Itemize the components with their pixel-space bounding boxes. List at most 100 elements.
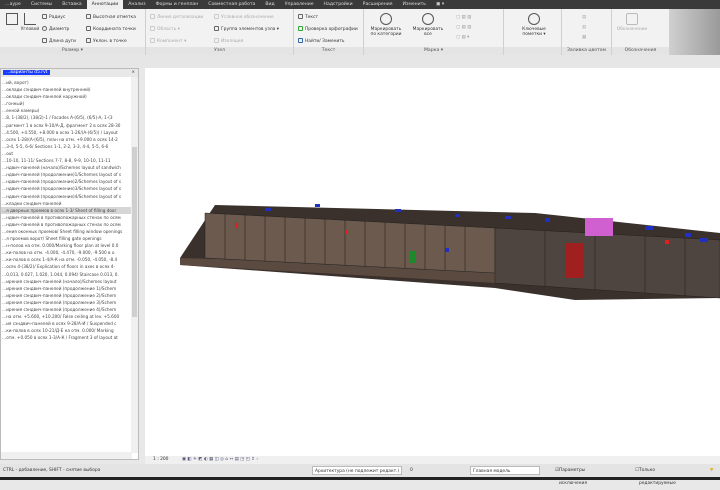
ribbon-tabs: …ауре Системы Вставка Аннотации Анализ Формы …	[0, 0, 720, 9]
panel-label: Узел	[146, 47, 293, 55]
red-element	[565, 243, 583, 278]
exclude-options-checkbox[interactable]: ☑ Параметры исключения	[555, 464, 587, 486]
tree-item[interactable]: …ирения сэндвич-панелей (продолжение 3)/…	[1, 299, 132, 306]
view-control-icons[interactable]: ▣ ◧ ☀ ◩ ◐ ▦ ◫ ◎ ⌂ ↔ ▤ ◳ ◰ ⇕ ›	[182, 457, 258, 462]
radius-button[interactable]: Радиус	[42, 14, 65, 20]
tree-item[interactable]: …гонный)	[1, 100, 132, 107]
tree-item[interactable]: …3-4, 5-5, 6-6/ Sections 1-1, 2-2, 3-3, …	[1, 143, 132, 150]
tab[interactable]: Формы и генплан	[151, 0, 204, 9]
keynote-button[interactable]: Ключевые пометки ▾	[514, 13, 554, 37]
panel-text: Текст Проверка орфографии Найти/ Заменит…	[294, 9, 364, 55]
tree-item[interactable]: …н-полов на отм. 0.000/Marking floor pla…	[1, 242, 132, 249]
editable-only-checkbox[interactable]: ☐ Только редактируемые	[635, 464, 676, 486]
status-bar: CTRL - добавление, SHIFT - снятие выбора…	[0, 464, 720, 486]
vertical-scrollbar[interactable]	[131, 77, 138, 453]
view-scale[interactable]: 1 : 200	[153, 457, 168, 462]
tree-item[interactable]: …енной камеры)	[1, 107, 132, 114]
diameter-button[interactable]: Диаметр	[42, 26, 69, 32]
angle-icon	[24, 13, 36, 25]
tree-item[interactable]: …ки-полов в осях 1-4/А-К на отм. -0.050,…	[1, 256, 132, 263]
tab[interactable]: Аннотации	[86, 0, 124, 9]
tree-item[interactable]: …ия сэндвич-панелей в осях 9-28/А-И / Su…	[1, 320, 132, 327]
panel-label	[504, 47, 561, 55]
tab[interactable]: Вид	[260, 0, 279, 9]
tree-item[interactable]: …ндвич-панелей в противопожарных стенах …	[1, 221, 132, 228]
tab[interactable]: Изменить	[397, 0, 431, 9]
tree-item[interactable]: …ирения сэндвич-панелей (начало)/Schemes…	[1, 278, 132, 285]
tree-item[interactable]: …осях 4-(38/2)/ Explication of floors in…	[1, 263, 132, 270]
panel-label: Текст	[294, 47, 363, 55]
keynote-icon	[528, 13, 540, 25]
tree-item[interactable]: …10-10, 11-11/ Sections 7-7, 8-8, 9-9, 1…	[1, 157, 132, 164]
tree-item[interactable]: …я дверных проемов в осях 1-3/ Sheet of …	[1, 206, 132, 214]
panel-label[interactable]: Марка ▾	[364, 47, 503, 55]
tab[interactable]: Управление	[280, 0, 319, 9]
tree-item[interactable]: …ий, ворот)	[1, 79, 132, 86]
tag-all-button[interactable]: Маркировать все	[410, 13, 446, 37]
detail-line-button[interactable]: Линия детализации	[150, 14, 203, 20]
arc-length-button[interactable]: Длина дуги	[42, 38, 76, 44]
tree-item[interactable]: …на отм. +5.600, +10.200/ False ceiling …	[1, 313, 132, 320]
region-button[interactable]: Область ▾	[150, 26, 180, 32]
green-element	[410, 251, 416, 263]
component-button[interactable]: Компонент ▾	[150, 38, 186, 44]
spot-elevation-button[interactable]: Высотная отметка	[86, 14, 136, 20]
tree-item[interactable]: …ения оконных проемов/ Sheet filling win…	[1, 228, 132, 235]
panel-label[interactable]: Размер ▾	[0, 47, 145, 55]
options-bar	[0, 55, 720, 68]
3d-view-canvas[interactable]	[145, 68, 720, 460]
tree-item[interactable]: …ки-полов на отм. -4.000, -4.470, -9.000…	[1, 249, 132, 256]
scrollbar-thumb[interactable]	[132, 147, 137, 317]
tab[interactable]: ▣ ▾	[431, 0, 449, 9]
tree-item[interactable]: …ндвич-панелей (продолжение)2/Schemes la…	[1, 178, 132, 185]
tab[interactable]: Надстройки	[319, 0, 358, 9]
spot-slope-button[interactable]: Уклон. в точке	[86, 38, 127, 44]
spelling-button[interactable]: Проверка орфографии	[298, 26, 358, 32]
tree-item[interactable]: …осях 1-28/(А-(6/5), план на отм. +9.000…	[1, 136, 132, 143]
tree-item[interactable]: …ндвич-панелей (продолжение)3/Schemes la…	[1, 185, 132, 192]
tag-tool-icons[interactable]: ▢ ▤ ▥ ▢ ▤ ▥ ▢ ▤ ▾	[456, 15, 471, 40]
tree-item[interactable]: …рагмент 1 в осях 9-10/А-Д, фрагмент 2 в…	[1, 122, 132, 129]
tab[interactable]: Анализ	[123, 0, 150, 9]
tree-item[interactable]: …ирения сэндвич-панелей (продолжение 1)/…	[1, 285, 132, 292]
revision-cloud-button[interactable]: Условное обозначение	[214, 14, 274, 20]
tree-item[interactable]: …ирения сэндвич-панелей (продолжение 2)/…	[1, 292, 132, 299]
tree-item[interactable]: …я проемов ворот/ Sheet filling gate ope…	[1, 235, 132, 242]
ribbon: … Угловой Радиус Диаметр Длина дуги Высо…	[0, 9, 720, 55]
tree-item[interactable]: …0.013, 0.027, 1.020, 1.044, 0.094/ Stai…	[1, 271, 132, 278]
tab[interactable]: …ауре	[0, 0, 26, 9]
color-fill-icons[interactable]: ▤ ▥ ▦	[582, 15, 586, 40]
insulation-button[interactable]: Изоляция	[214, 38, 243, 44]
tree-item[interactable]: …8, 1-(38/2), (38/2)-1 / Facades A-(6/5)…	[1, 114, 132, 121]
tree-item[interactable]: …ндвич-панелей (продолжение)4/Schemes la…	[1, 193, 132, 200]
workset-dropdown[interactable]: Архитектура (не подлежит редакт.)	[312, 466, 402, 475]
design-option-dropdown[interactable]: Главная модель	[470, 466, 540, 475]
tree-item[interactable]: …ндвич-панелей (продолжение)1/Schemes la…	[1, 171, 132, 178]
panel-keynote: Ключевые пометки ▾	[504, 9, 562, 55]
building-model	[180, 204, 720, 300]
tree-item[interactable]: …ндвич-панелей в противопожарных стенах …	[1, 214, 132, 221]
tree-item[interactable]: …out	[1, 150, 132, 157]
tab[interactable]: Вставка	[57, 0, 86, 9]
tab[interactable]: Системы	[26, 0, 57, 9]
tree-item[interactable]: …ирения сэндвич-панелей (продолжение 4)/…	[1, 306, 132, 313]
detail-group-button[interactable]: Группа элементов узла ▾	[214, 26, 279, 32]
tree-item[interactable]: …4.500, +4.550, +8.000 в осях 1-26/(А-(6…	[1, 129, 132, 136]
tab[interactable]: Расширения	[358, 0, 398, 9]
tree-item[interactable]: …ки-полов в осях 10-21/Д-Е на отм. 0.000…	[1, 327, 132, 334]
tree-item[interactable]: …ндвич-панелей (начало)/Schemes layout o…	[1, 164, 132, 171]
symbol-button[interactable]: Обозначение	[614, 13, 650, 32]
filter-icon[interactable]: ▼	[710, 464, 713, 477]
tree-item[interactable]: …кладки сэндвич-панелей	[1, 200, 132, 207]
close-icon[interactable]: ×	[131, 69, 135, 77]
tag-by-category-button[interactable]: Маркировать по категории	[368, 13, 404, 37]
spot-coordinate-button[interactable]: Координата точки	[86, 26, 136, 32]
tree-item[interactable]: …оклади сэндвич-панелей наружной)	[1, 93, 132, 100]
tree-item[interactable]: …оклади сэндвич-панелей внутренней)	[1, 86, 132, 93]
text-button[interactable]: Текст	[298, 14, 318, 20]
tree-item[interactable]: …отм. +0.050 в осях 1-3/А-К / Fragment 3…	[1, 334, 132, 341]
tab[interactable]: Совместная работа	[203, 0, 260, 9]
panel-label: Заливка цветом	[562, 47, 611, 55]
find-replace-button[interactable]: Найти/ Заменить	[298, 38, 345, 44]
horizontal-scrollbar[interactable]	[1, 452, 132, 459]
